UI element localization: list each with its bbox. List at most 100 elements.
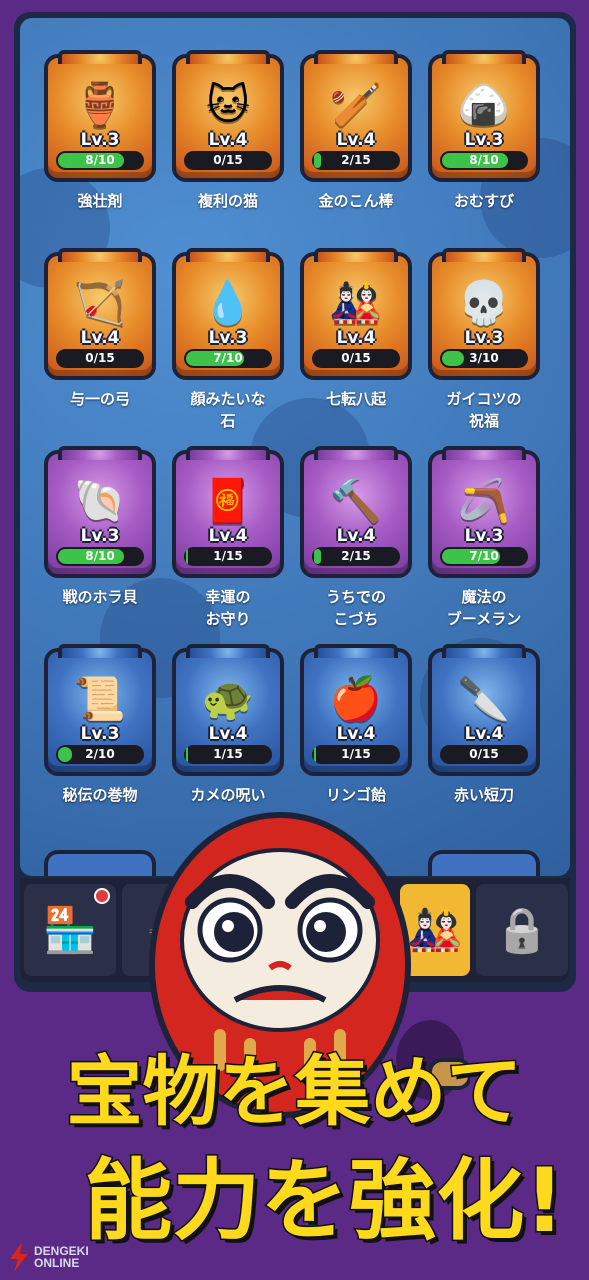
item-name: ガイコツの 祝福 <box>446 390 522 430</box>
progress-bar: 1/15 <box>184 547 272 566</box>
treasure-item[interactable]: 🐚 Lv.3 8/10 戦のホラ貝 <box>44 446 156 648</box>
progress-text: 1/15 <box>213 549 243 563</box>
treasure-item[interactable]: 🏏 Lv.4 2/15 金のこん棒 <box>300 50 412 252</box>
treasure-item[interactable]: 🏹 Lv.4 0/15 与一の弓 <box>44 248 156 450</box>
progress-text: 0/15 <box>85 351 115 365</box>
treasure-panel: 🏺 Lv.3 8/10 強壮剤 🐱 Lv.4 0/15 複利の猫 🏏 Lv.4 2/15 金のこん棒 🍙… <box>20 18 570 876</box>
treasure-item[interactable]: 🍙 Lv.3 8/10 おむすび <box>428 50 540 252</box>
progress-bar: 1/15 <box>184 745 272 764</box>
notification-badge <box>94 888 110 904</box>
progress-text: 3/10 <box>469 351 499 365</box>
progress-bar: 0/15 <box>184 151 272 170</box>
level-label: Lv.4 <box>208 526 248 546</box>
item-name: おむすび <box>453 192 514 210</box>
item-name: 魔法の ブーメラン <box>446 588 522 628</box>
treasure-card[interactable]: 🏏 Lv.4 2/15 <box>300 50 412 182</box>
turtle-icon: 🐢 <box>201 674 255 723</box>
level-label: Lv.3 <box>464 130 504 150</box>
progress-text: 2/15 <box>341 549 371 563</box>
item-name: 幸運の お守り <box>205 588 251 628</box>
progress-bar: 0/15 <box>312 349 400 368</box>
treasure-card[interactable]: 💧 Lv.3 7/10 <box>172 248 284 380</box>
level-label: Lv.3 <box>80 526 120 546</box>
treasure-card[interactable]: 🐢 Lv.4 1/15 <box>172 644 284 776</box>
level-label: Lv.4 <box>336 724 376 744</box>
level-label: Lv.3 <box>464 526 504 546</box>
item-name: 強壮剤 <box>77 192 123 210</box>
progress-bar: 8/10 <box>56 547 144 566</box>
treasure-card[interactable]: 🎎 Lv.4 0/15 <box>300 248 412 380</box>
water-drop-icon: 💧 <box>201 278 255 327</box>
bow-icon: 🏹 <box>73 278 127 327</box>
treasure-grid: 🏺 Lv.3 8/10 強壮剤 🐱 Lv.4 0/15 複利の猫 🏏 Lv.4 2/15 金のこん棒 🍙… <box>44 50 560 846</box>
treasure-item[interactable]: 💧 Lv.3 7/10 顔みたいな 石 <box>172 248 284 450</box>
level-label: Lv.4 <box>336 328 376 348</box>
progress-bar: 0/15 <box>56 349 144 368</box>
headline-line-2: 能力を強化! <box>83 1148 566 1254</box>
progress-text: 8/10 <box>85 153 115 167</box>
progress-bar: 1/15 <box>312 745 400 764</box>
progress-bar: 3/10 <box>440 349 528 368</box>
treasure-item[interactable]: 🔨 Lv.4 2/15 うちでの こづち <box>300 446 412 648</box>
treasure-item[interactable]: 🪃 Lv.3 7/10 魔法の ブーメラン <box>428 446 540 648</box>
treasure-card[interactable]: 🍎 Lv.4 1/15 <box>300 644 412 776</box>
treasure-item[interactable]: 🏺 Lv.3 8/10 強壮剤 <box>44 50 156 252</box>
item-name: 七転八起 <box>325 390 386 408</box>
treasure-item[interactable]: 🐱 Lv.4 0/15 複利の猫 <box>172 50 284 252</box>
level-label: Lv.4 <box>336 130 376 150</box>
progress-bar: 7/10 <box>184 349 272 368</box>
conch-shell-icon: 🐚 <box>73 476 127 525</box>
level-label: Lv.4 <box>208 130 248 150</box>
progress-text: 2/15 <box>341 153 371 167</box>
watermark: DENGEKI ONLINE <box>8 1242 89 1272</box>
treasure-item[interactable]: 🎎 Lv.4 0/15 七転八起 <box>300 248 412 450</box>
treasure-card[interactable]: 💀 Lv.3 3/10 <box>428 248 540 380</box>
skull-icon: 💀 <box>457 278 511 327</box>
progress-text: 1/15 <box>213 747 243 761</box>
progress-text: 0/15 <box>341 351 371 365</box>
lock-icon: 🔒 <box>494 905 550 956</box>
progress-text: 7/10 <box>469 549 499 563</box>
item-name: 戦のホラ貝 <box>62 588 138 606</box>
treasure-card[interactable]: 🐚 Lv.3 8/10 <box>44 446 156 578</box>
treasure-card[interactable]: 🍙 Lv.3 8/10 <box>428 50 540 182</box>
progress-bar: 8/10 <box>440 151 528 170</box>
level-label: Lv.3 <box>464 328 504 348</box>
treasure-card[interactable]: 🐱 Lv.4 0/15 <box>172 50 284 182</box>
item-name: 与一の弓 <box>69 390 130 408</box>
level-label: Lv.4 <box>336 526 376 546</box>
lightning-icon <box>10 1242 28 1272</box>
treasure-card[interactable]: 🏺 Lv.3 8/10 <box>44 50 156 182</box>
level-label: Lv.3 <box>208 328 248 348</box>
item-name: うちでの こづち <box>325 588 386 628</box>
treasure-card[interactable]: 🔨 Lv.4 2/15 <box>300 446 412 578</box>
level-label: Lv.3 <box>80 130 120 150</box>
item-name: 金のこん棒 <box>318 192 394 210</box>
level-label: Lv.4 <box>208 724 248 744</box>
treasure-card[interactable]: 📜 Lv.3 2/10 <box>44 644 156 776</box>
jar-icon: 🏺 <box>73 80 127 129</box>
progress-bar: 8/10 <box>56 151 144 170</box>
treasure-card[interactable]: 🪃 Lv.3 7/10 <box>428 446 540 578</box>
treasure-card[interactable]: 🏹 Lv.4 0/15 <box>44 248 156 380</box>
item-name: 複利の猫 <box>197 192 258 210</box>
nav-shop-button[interactable]: 🏪 <box>24 884 116 976</box>
golden-club-icon: 🏏 <box>329 80 383 129</box>
progress-text: 0/15 <box>469 747 499 761</box>
shop-icon: 🏪 <box>42 905 98 956</box>
progress-text: 8/10 <box>85 549 115 563</box>
progress-bar: 2/10 <box>56 745 144 764</box>
progress-text: 1/15 <box>341 747 371 761</box>
level-label: Lv.3 <box>80 724 120 744</box>
progress-bar: 2/15 <box>312 151 400 170</box>
treasure-item[interactable]: 💀 Lv.3 3/10 ガイコツの 祝福 <box>428 248 540 450</box>
level-label: Lv.4 <box>464 724 504 744</box>
progress-text: 8/10 <box>469 153 499 167</box>
treasure-card[interactable]: 🧧 Lv.4 1/15 <box>172 446 284 578</box>
treasure-card[interactable]: 🔪 Lv.4 0/15 <box>428 644 540 776</box>
treasure-item[interactable]: 🧧 Lv.4 1/15 幸運の お守り <box>172 446 284 648</box>
progress-text: 7/10 <box>213 351 243 365</box>
nav-locked-button[interactable]: 🔒 <box>476 884 568 976</box>
rice-ball-icon: 🍙 <box>457 80 511 129</box>
short-sword-icon: 🔪 <box>457 674 511 723</box>
